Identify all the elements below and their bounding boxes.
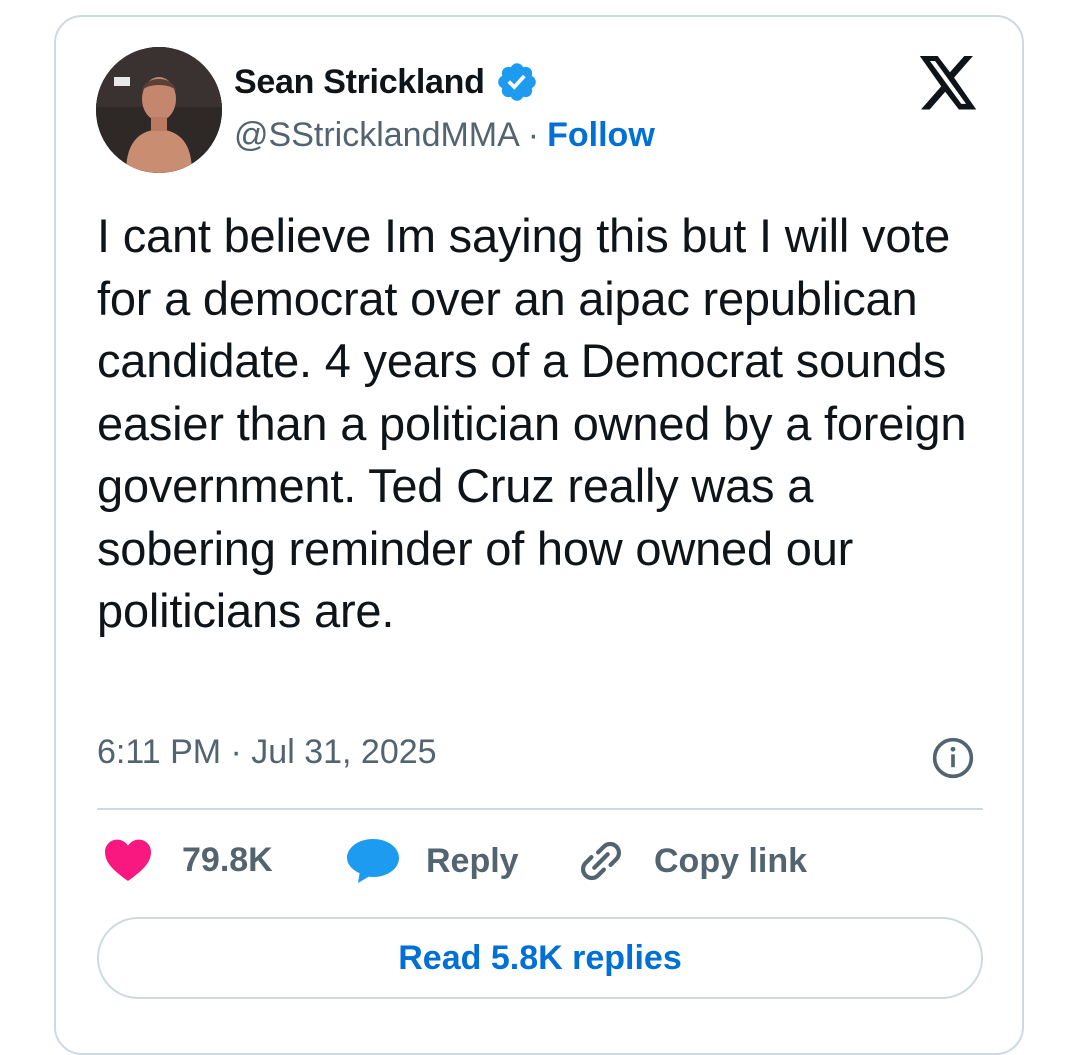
handle-row: @SStricklandMMA · Follow (234, 116, 655, 155)
link-icon (580, 841, 622, 881)
tweet-text: I cant believe Im saying this but I will… (97, 209, 967, 637)
copy-link-button[interactable]: Copy link (578, 838, 807, 884)
reply-button[interactable]: Reply (346, 838, 519, 884)
x-logo-icon[interactable] (918, 56, 980, 110)
copy-link-label: Copy link (654, 841, 808, 880)
author-handle[interactable]: @SStricklandMMA (234, 116, 520, 155)
handle-separator: · (527, 116, 540, 154)
read-replies-label: Read 5.8K replies (398, 938, 682, 977)
like-count: 79.8K (182, 840, 273, 879)
info-icon[interactable] (931, 736, 975, 780)
author-name-row: Sean Strickland (234, 60, 539, 104)
tweet-timestamp[interactable]: 6:11 PM · Jul 31, 2025 (97, 733, 437, 772)
read-replies-button[interactable]: Read 5.8K replies (97, 917, 983, 999)
verified-badge-icon (497, 63, 536, 101)
reply-bubble-icon (347, 839, 399, 883)
heart-icon (105, 839, 151, 881)
avatar[interactable] (96, 47, 222, 173)
display-name[interactable]: Sean Strickland (234, 63, 485, 102)
divider (97, 808, 983, 810)
follow-button[interactable]: Follow (547, 116, 655, 155)
reply-label: Reply (426, 841, 519, 880)
like-button[interactable]: 79.8K (104, 838, 273, 882)
